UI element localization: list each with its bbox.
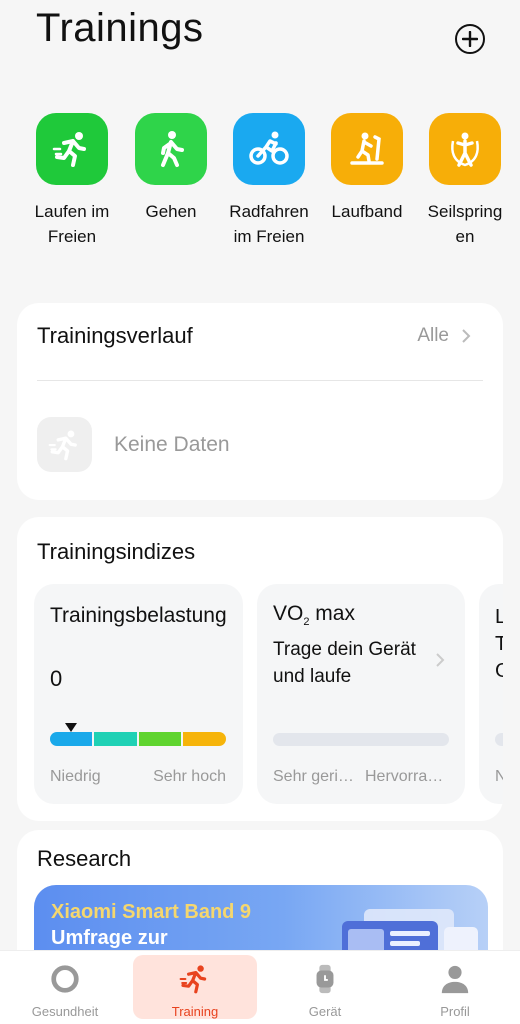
shortcut-tile <box>233 113 305 185</box>
shortcut-outdoor-run[interactable]: Laufen im Freien <box>27 113 117 249</box>
research-title: Research <box>37 846 132 871</box>
chevron-right-icon <box>462 329 471 343</box>
person-icon <box>441 965 469 994</box>
load-bar-segment <box>183 732 226 746</box>
cycling-icon <box>249 131 289 165</box>
running-icon <box>179 965 207 994</box>
training-load-title: Trainingsbelastung <box>50 604 227 627</box>
training-history-card: Trainingsverlauf Alle Keine Daten <box>17 303 503 500</box>
shortcut-label: Gehen <box>145 202 197 221</box>
training-load-value: 0 <box>50 666 63 691</box>
shortcut-label: Laufen im Freien <box>34 202 110 246</box>
shortcut-walk[interactable]: Gehen <box>126 113 216 224</box>
watch-icon <box>316 964 334 994</box>
shortcut-label: Laufband <box>331 202 403 221</box>
load-marker-icon <box>65 723 77 732</box>
shortcut-label: Seilspringen <box>427 202 503 246</box>
vo2max-title: VO2 max <box>273 602 355 629</box>
training-indices-card: Trainingsindizes Trainingsbelastung 0 Ni… <box>17 517 503 821</box>
shortcut-treadmill[interactable]: Laufband <box>322 113 412 224</box>
running-icon <box>52 132 86 167</box>
load-low-label: Niedrig <box>50 768 101 785</box>
tab-health[interactable]: Gesundheit <box>3 955 127 1019</box>
history-all-link[interactable]: Alle <box>417 325 471 347</box>
next-index-title: L T G <box>495 606 503 682</box>
tab-label: Gerät <box>308 1004 342 1019</box>
load-bar-segment <box>50 732 92 746</box>
divider <box>37 380 483 381</box>
vo2max-bar <box>273 733 449 746</box>
shortcut-tile <box>36 113 108 185</box>
plus-icon <box>462 31 478 47</box>
chevron-right-icon <box>436 653 445 667</box>
history-all-label: Alle <box>417 325 449 346</box>
jump-rope-icon <box>451 132 479 167</box>
history-title: Trainingsverlauf <box>37 323 193 348</box>
page-title: Trainings <box>36 6 204 50</box>
load-high-label: Sehr hoch <box>153 768 226 785</box>
indices-title: Trainingsindizes <box>37 539 196 564</box>
load-bar-segment <box>94 732 137 746</box>
shortcut-outdoor-cycle[interactable]: Radfahren im Freien <box>224 113 314 249</box>
vo2max-high-label: Hervorra… <box>365 768 444 785</box>
shortcut-tile <box>429 113 501 185</box>
treadmill-icon <box>350 132 384 165</box>
tab-profile[interactable]: Profil <box>393 955 517 1019</box>
shortcut-tile <box>331 113 403 185</box>
next-index-card[interactable]: L T G N <box>479 584 503 804</box>
vo2max-description: Trage dein Gerät und laufe <box>273 639 416 687</box>
health-ring-icon <box>51 965 79 993</box>
training-load-card[interactable]: Trainingsbelastung 0 Niedrig Sehr hoch <box>34 584 243 804</box>
next-index-low-label: N <box>495 768 503 785</box>
empty-state-icon <box>37 417 92 472</box>
add-workout-button[interactable] <box>455 24 485 54</box>
next-index-bar <box>495 733 503 746</box>
banner-headline: Xiaomi Smart Band 9 <box>51 901 252 923</box>
tab-label: Gesundheit <box>31 1004 99 1019</box>
banner-subline: Umfrage zur <box>51 927 168 949</box>
vo2max-card[interactable]: VO2 max Trage dein Gerät und laufe Sehr … <box>257 584 465 804</box>
empty-state-text: Keine Daten <box>114 433 230 456</box>
shortcut-jump-rope[interactable]: Seilspringen <box>420 113 510 249</box>
load-bar-segment <box>139 732 181 746</box>
shortcut-label: Radfahren im Freien <box>229 202 309 246</box>
bottom-tab-bar: Gesundheit Training Gerät Profil <box>0 950 520 1024</box>
vo2max-low-label: Sehr geri… <box>273 768 354 785</box>
shortcut-tile <box>135 113 207 185</box>
tab-training[interactable]: Training <box>133 955 257 1019</box>
workout-shortcuts: Laufen im Freien Gehen Radfahren im Frei… <box>0 113 520 283</box>
tab-device[interactable]: Gerät <box>263 955 387 1019</box>
walking-icon <box>161 131 184 167</box>
running-icon <box>48 430 77 460</box>
tab-label: Training <box>171 1004 219 1019</box>
tab-label: Profil <box>440 1004 470 1019</box>
